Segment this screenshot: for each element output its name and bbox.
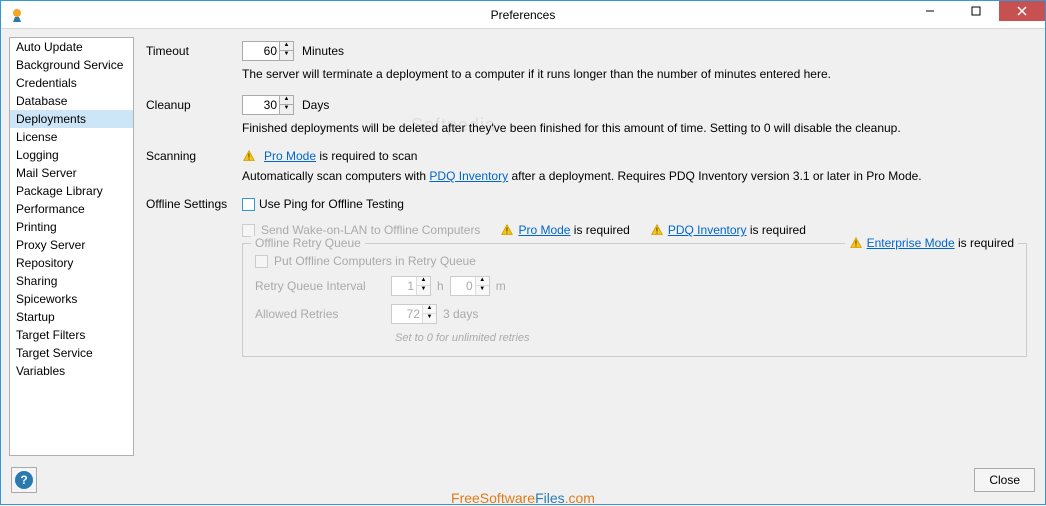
pdq-inventory-link[interactable]: PDQ Inventory bbox=[429, 169, 508, 183]
sidebar-item-performance[interactable]: Performance bbox=[10, 200, 133, 218]
pro-mode-link-2[interactable]: Pro Mode bbox=[518, 223, 570, 237]
svg-text:!: ! bbox=[656, 227, 658, 236]
svg-text:!: ! bbox=[506, 227, 508, 236]
titlebar: Preferences bbox=[1, 1, 1045, 29]
pro-mode-link[interactable]: Pro Mode bbox=[264, 149, 316, 163]
retry-minutes-input bbox=[451, 277, 475, 295]
sidebar-item-proxy-server[interactable]: Proxy Server bbox=[10, 236, 133, 254]
close-button[interactable]: Close bbox=[974, 468, 1035, 492]
sidebar-item-spiceworks[interactable]: Spiceworks bbox=[10, 290, 133, 308]
minimize-button[interactable] bbox=[907, 1, 953, 21]
allowed-retries-spinbox: ▲▼ bbox=[391, 304, 437, 324]
cleanup-spinbox[interactable]: ▲▼ bbox=[242, 95, 294, 115]
help-button[interactable]: ? bbox=[11, 467, 37, 493]
sidebar-item-startup[interactable]: Startup bbox=[10, 308, 133, 326]
sidebar-item-sharing[interactable]: Sharing bbox=[10, 272, 133, 290]
warning-icon: ! bbox=[242, 149, 256, 163]
footer: ? Close bbox=[1, 464, 1045, 504]
cleanup-spin-down[interactable]: ▼ bbox=[279, 105, 293, 114]
retry-hours-input bbox=[392, 277, 416, 295]
scanning-label: Scanning bbox=[146, 149, 234, 163]
retry-interval-label: Retry Queue Interval bbox=[255, 279, 385, 293]
allowed-retries-desc: 3 days bbox=[443, 307, 478, 321]
warning-icon: ! bbox=[500, 223, 514, 237]
offline-settings-label: Offline Settings bbox=[146, 197, 234, 211]
timeout-description: The server will terminate a deployment t… bbox=[242, 67, 1027, 81]
sidebar-item-repository[interactable]: Repository bbox=[10, 254, 133, 272]
svg-text:!: ! bbox=[248, 153, 250, 162]
cleanup-input[interactable] bbox=[243, 96, 279, 114]
window-title: Preferences bbox=[1, 8, 1045, 22]
maximize-icon bbox=[971, 6, 981, 16]
timeout-spin-down[interactable]: ▼ bbox=[279, 51, 293, 60]
retry-hours-spinbox: ▲▼ bbox=[391, 276, 431, 296]
allowed-retries-label: Allowed Retries bbox=[255, 307, 385, 321]
app-icon bbox=[9, 7, 25, 23]
cleanup-unit: Days bbox=[302, 98, 329, 112]
pdq-inventory-link-2[interactable]: PDQ Inventory bbox=[668, 223, 747, 237]
fieldset-legend: Offline Retry Queue bbox=[251, 236, 365, 250]
timeout-spinbox[interactable]: ▲▼ bbox=[242, 41, 294, 61]
retry-minutes-spinbox: ▲▼ bbox=[450, 276, 490, 296]
warning-icon: ! bbox=[650, 223, 664, 237]
allowed-retries-input bbox=[392, 305, 422, 323]
content-area: Auto Update Background Service Credentia… bbox=[1, 29, 1045, 464]
offline-retry-queue-fieldset: Offline Retry Queue ! Enterprise Mode is… bbox=[242, 243, 1027, 357]
sidebar: Auto Update Background Service Credentia… bbox=[9, 37, 134, 456]
retry-h-down: ▼ bbox=[416, 286, 430, 295]
retries-hint: Set to 0 for unlimited retries bbox=[395, 332, 1014, 344]
sidebar-item-credentials[interactable]: Credentials bbox=[10, 74, 133, 92]
sidebar-item-license[interactable]: License bbox=[10, 128, 133, 146]
required-to-scan-text: is required to scan bbox=[316, 149, 417, 163]
sidebar-item-target-service[interactable]: Target Service bbox=[10, 344, 133, 362]
scanning-description: Automatically scan computers with PDQ In… bbox=[242, 169, 1027, 183]
wol-checkbox bbox=[242, 224, 255, 237]
sidebar-item-printing[interactable]: Printing bbox=[10, 218, 133, 236]
sidebar-item-package-library[interactable]: Package Library bbox=[10, 182, 133, 200]
retries-down: ▼ bbox=[422, 314, 436, 323]
retry-h-unit: h bbox=[437, 279, 444, 293]
put-offline-label: Put Offline Computers in Retry Queue bbox=[274, 254, 476, 268]
warning-icon: ! bbox=[849, 236, 863, 250]
sidebar-item-variables[interactable]: Variables bbox=[10, 362, 133, 380]
retry-h-up: ▲ bbox=[416, 277, 430, 286]
cleanup-description: Finished deployments will be deleted aft… bbox=[242, 121, 1027, 135]
use-ping-checkbox[interactable] bbox=[242, 198, 255, 211]
sidebar-item-logging[interactable]: Logging bbox=[10, 146, 133, 164]
put-offline-checkbox bbox=[255, 255, 268, 268]
timeout-label: Timeout bbox=[146, 44, 234, 58]
help-icon: ? bbox=[15, 471, 33, 489]
preferences-window: Preferences Auto Update Background Servi… bbox=[0, 0, 1046, 505]
wol-label: Send Wake-on-LAN to Offline Computers bbox=[261, 223, 480, 237]
sidebar-item-auto-update[interactable]: Auto Update bbox=[10, 38, 133, 56]
sidebar-item-deployments[interactable]: Deployments bbox=[10, 110, 133, 128]
close-window-button[interactable] bbox=[999, 1, 1045, 21]
use-ping-label: Use Ping for Offline Testing bbox=[259, 197, 404, 211]
sidebar-item-mail-server[interactable]: Mail Server bbox=[10, 164, 133, 182]
main-panel: Softpedia Timeout ▲▼ Minutes The server … bbox=[134, 37, 1037, 456]
maximize-button[interactable] bbox=[953, 1, 999, 21]
cleanup-spin-up[interactable]: ▲ bbox=[279, 96, 293, 105]
retries-up: ▲ bbox=[422, 305, 436, 314]
timeout-spin-up[interactable]: ▲ bbox=[279, 42, 293, 51]
sidebar-item-background-service[interactable]: Background Service bbox=[10, 56, 133, 74]
enterprise-mode-link[interactable]: Enterprise Mode bbox=[867, 236, 955, 250]
timeout-unit: Minutes bbox=[302, 44, 344, 58]
retry-m-unit: m bbox=[496, 279, 506, 293]
sidebar-item-database[interactable]: Database bbox=[10, 92, 133, 110]
close-icon bbox=[1017, 6, 1027, 16]
minimize-icon bbox=[925, 6, 935, 16]
sidebar-item-target-filters[interactable]: Target Filters bbox=[10, 326, 133, 344]
window-controls bbox=[907, 1, 1045, 28]
retry-m-down: ▼ bbox=[475, 286, 489, 295]
retry-m-up: ▲ bbox=[475, 277, 489, 286]
timeout-input[interactable] bbox=[243, 42, 279, 60]
cleanup-label: Cleanup bbox=[146, 98, 234, 112]
svg-text:!: ! bbox=[854, 240, 856, 249]
